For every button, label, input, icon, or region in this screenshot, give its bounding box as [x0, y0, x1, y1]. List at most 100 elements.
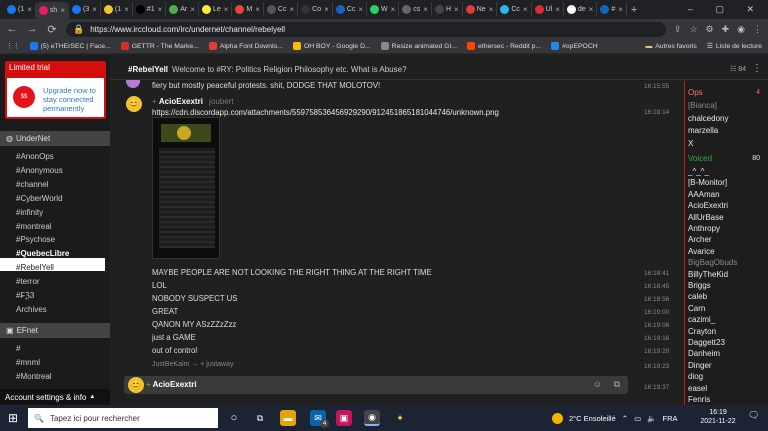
browser-tab[interactable]: (1 × — [101, 2, 133, 17]
close-icon[interactable]: × — [224, 5, 229, 14]
sidebar-channel-item[interactable]: #RebelYell — [16, 263, 54, 272]
close-icon[interactable]: × — [324, 5, 329, 14]
member-item[interactable]: [B-Monitor] — [688, 178, 727, 187]
channel-name[interactable]: #RebelYell — [128, 65, 168, 74]
member-item[interactable]: BillyTheKid — [688, 270, 728, 279]
bookmark-item[interactable]: (5) eTHErSEC | Face... — [29, 42, 111, 50]
browser-tab[interactable]: #1 × — [133, 2, 167, 17]
windows-start-icon[interactable]: ⊞ — [8, 411, 18, 425]
browser-tab[interactable]: cs × — [399, 2, 432, 17]
member-item[interactable]: Carn — [688, 304, 705, 313]
close-icon[interactable]: × — [190, 5, 195, 14]
bookmark-item[interactable]: ethersec - Reddit p... — [467, 42, 541, 50]
sidebar-channel-item[interactable]: #₣ℨ3 — [16, 291, 34, 300]
browser-tab[interactable]: (1 × — [4, 2, 36, 17]
member-item[interactable]: _^_^_ — [688, 167, 709, 176]
browser-tab[interactable]: Cc × — [333, 2, 368, 17]
browser-tab[interactable]: Le × — [199, 2, 233, 17]
sidebar-channel-item[interactable]: #QuebecLibre — [16, 249, 69, 258]
browser-tab[interactable]: Ul × — [532, 2, 564, 17]
close-icon[interactable]: × — [92, 5, 97, 14]
browser-tab[interactable]: Ne × — [463, 2, 498, 17]
notifications-icon[interactable]: 🗨 — [748, 410, 759, 421]
sidebar-channel-item[interactable]: #AnonOps — [16, 152, 54, 161]
sidebar-channel-item[interactable]: #infinity — [16, 208, 43, 217]
member-item[interactable]: [Bianca] — [688, 101, 717, 110]
member-item[interactable]: Dinger — [688, 361, 712, 370]
channel-menu-icon[interactable]: ⋮ — [752, 63, 762, 74]
sidebar-channel-item[interactable]: Archives — [16, 305, 47, 314]
member-item[interactable]: AcioExextri — [688, 201, 728, 210]
message-text[interactable]: https://cdn.discordapp.com/attachments/5… — [152, 108, 499, 117]
browser-tab[interactable]: Cc × — [497, 2, 532, 17]
browser-tab[interactable]: de × — [564, 2, 598, 17]
sidebar-channel-item[interactable]: #Anonymous — [16, 166, 63, 175]
forward-icon[interactable]: → — [26, 23, 38, 35]
member-item[interactable]: Archer — [688, 235, 712, 244]
puzzle-icon[interactable]: ✚ — [722, 24, 730, 35]
member-item[interactable]: Avarice — [688, 247, 715, 256]
weather-text[interactable]: 2°C Ensoleillé — [569, 414, 616, 423]
member-item[interactable]: diog — [688, 372, 703, 381]
browser-tab[interactable]: Co × — [298, 2, 333, 17]
member-item[interactable]: Briggs — [688, 281, 711, 290]
image-attachment[interactable] — [152, 117, 220, 259]
upgrade-link[interactable]: Upgrade now to stay connected permanentl… — [43, 86, 105, 113]
close-icon[interactable]: × — [60, 6, 65, 15]
sidebar-channel-item[interactable]: #terror — [16, 277, 40, 286]
reading-list[interactable]: ☰ Liste de lecture — [707, 42, 762, 51]
profile-avatar[interactable]: ◉ — [737, 24, 745, 35]
close-icon[interactable]: × — [489, 5, 494, 14]
taskbar-search[interactable]: 🔍 Tapez ici pour rechercher — [28, 408, 218, 428]
browser-tab[interactable]: W × — [367, 2, 400, 17]
cortana-icon[interactable]: ○ — [226, 410, 242, 426]
sidebar-channel-item[interactable]: #Psychose — [16, 235, 55, 244]
member-item[interactable]: cazimi_ — [688, 315, 715, 324]
taskbar-clock[interactable]: 16:19 2021-11-22 — [700, 408, 736, 426]
member-item[interactable]: chalcedony — [688, 114, 728, 123]
browser-tab[interactable]: (3 × — [69, 2, 101, 17]
back-icon[interactable]: ← — [6, 23, 18, 35]
bookmark-item[interactable]: Alpha Font Downlo... — [208, 42, 283, 50]
star-icon[interactable]: ☆ — [689, 24, 697, 35]
member-item[interactable]: Daggett23 — [688, 338, 725, 347]
browser-tab[interactable]: Ar × — [166, 2, 199, 17]
sidebar-channel-item[interactable]: #CyberWorld — [16, 194, 63, 203]
member-item[interactable]: marzella — [688, 126, 718, 135]
sidebar-channel-item[interactable]: #mnml — [16, 358, 40, 367]
close-icon[interactable]: × — [618, 5, 623, 14]
chrome-icon[interactable]: ◉ — [364, 410, 380, 426]
new-tab-icon[interactable]: + — [631, 4, 637, 16]
close-icon[interactable]: × — [589, 5, 594, 14]
member-item[interactable]: Danheim — [688, 349, 720, 358]
app-icon[interactable]: ✦ — [392, 410, 408, 426]
avatar[interactable]: 😊 — [126, 96, 142, 112]
sidebar-channel-item[interactable]: # — [16, 344, 20, 353]
chevron-up-icon[interactable]: ⌃ — [622, 414, 628, 423]
network-header[interactable]: ◍ UnderNet — [0, 131, 110, 146]
upload-icon[interactable]: ⧉ — [614, 379, 620, 390]
reload-icon[interactable]: ⟳ — [46, 23, 58, 36]
message-nick[interactable]: AcioExextri — [159, 97, 203, 106]
bookmark-folder[interactable]: ▬ Autres favoris — [645, 43, 696, 50]
close-icon[interactable]: × — [523, 5, 528, 14]
browser-tab[interactable]: H × — [432, 2, 463, 17]
share-icon[interactable]: ⇪ — [674, 24, 682, 35]
close-icon[interactable]: × — [27, 5, 32, 14]
network-icon[interactable]: ▭ — [634, 414, 641, 423]
close-icon[interactable]: × — [358, 5, 363, 14]
member-item[interactable]: easel — [688, 384, 707, 393]
close-icon[interactable]: × — [255, 5, 260, 14]
member-item[interactable]: Anthropy — [688, 224, 720, 233]
close-icon[interactable]: × — [158, 5, 163, 14]
close-icon[interactable]: × — [124, 5, 129, 14]
browser-tab[interactable]: M × — [232, 2, 264, 17]
member-count[interactable]: ☷ 84 — [730, 65, 746, 73]
member-item[interactable]: Fenris — [688, 395, 710, 404]
member-item[interactable]: caleb — [688, 292, 707, 301]
menu-icon[interactable]: ⋮ — [753, 24, 762, 35]
member-item[interactable]: AllUrBase — [688, 213, 724, 222]
apps-icon[interactable]: ⋮⋮ — [6, 42, 20, 50]
bookmark-item[interactable]: Resize animated GI... — [380, 42, 457, 50]
member-item[interactable]: BigBagObuds — [688, 258, 737, 267]
